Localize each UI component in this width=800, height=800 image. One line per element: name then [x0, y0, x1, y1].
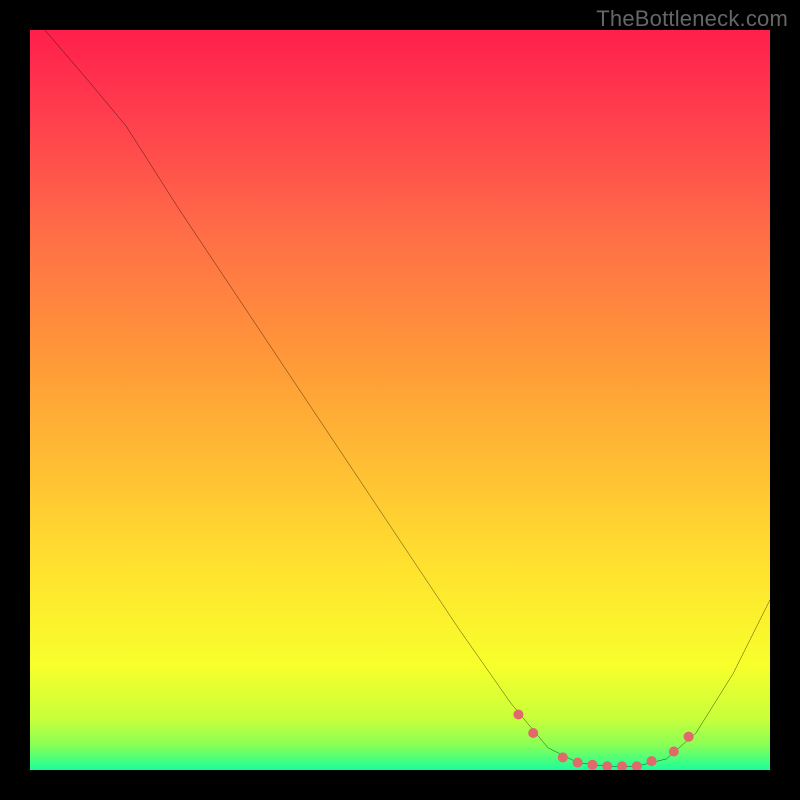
- marker-point: [573, 758, 583, 768]
- bottleneck-chart: [30, 30, 770, 770]
- marker-point: [528, 728, 538, 738]
- marker-point: [558, 752, 568, 762]
- marker-point: [684, 732, 694, 742]
- marker-point: [587, 760, 597, 770]
- gradient-background: [30, 30, 770, 770]
- marker-point: [513, 709, 523, 719]
- marker-point: [669, 746, 679, 756]
- chart-frame: TheBottleneck.com: [0, 0, 800, 800]
- watermark-text: TheBottleneck.com: [596, 6, 788, 32]
- marker-point: [647, 756, 657, 766]
